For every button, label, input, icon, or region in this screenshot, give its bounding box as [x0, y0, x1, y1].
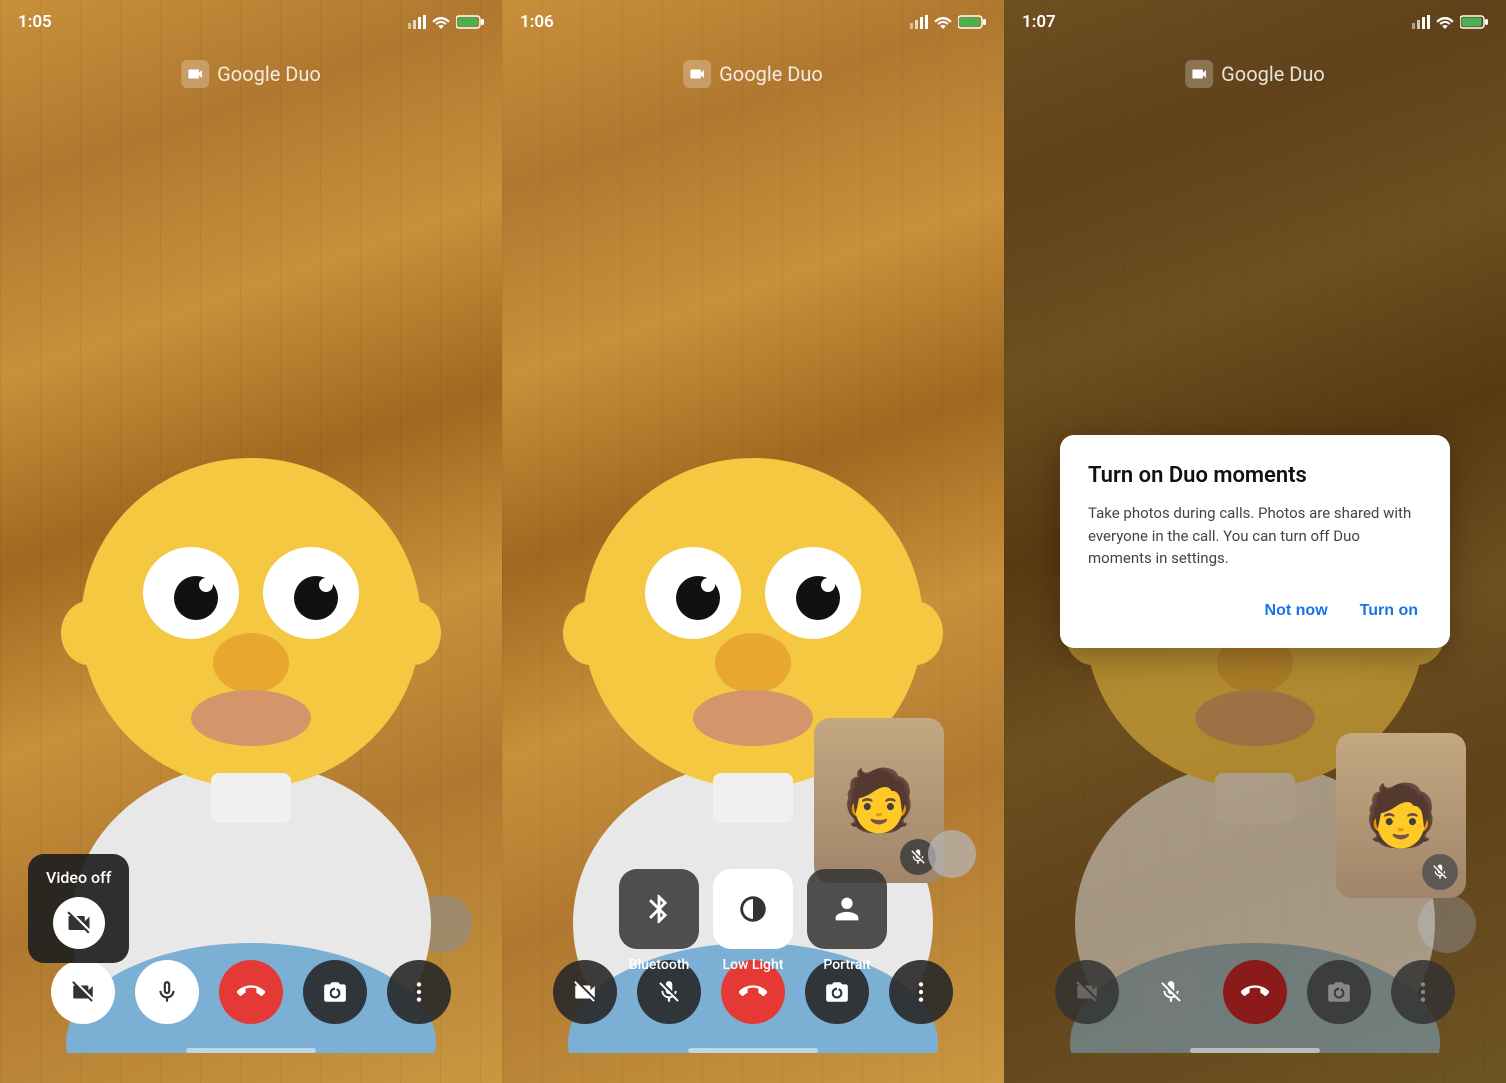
mute-btn-1[interactable] [135, 960, 199, 1024]
phone-panel-3: 1:07 Google Duo Turn on Duo moments Take… [1004, 0, 1506, 1083]
low-light-btn[interactable] [713, 869, 793, 949]
effects-menu: Bluetooth Low Light Portrait [619, 869, 887, 973]
turn-on-btn[interactable]: Turn on [1356, 594, 1422, 628]
video-off-label: Video off [46, 868, 111, 887]
phone-panel-2: 1:06 Google Duo 🧑 Bluetooth [502, 0, 1004, 1083]
bluetooth-btn[interactable] [619, 869, 699, 949]
duo-icon-1 [181, 60, 209, 88]
controls-area-1 [0, 944, 502, 1083]
bluetooth-label: Bluetooth [629, 957, 690, 973]
drag-handle-2[interactable] [928, 830, 976, 878]
status-icons-2 [910, 15, 986, 29]
video-toggle-btn-1[interactable] [51, 960, 115, 1024]
video-toggle-btn-2[interactable] [553, 960, 617, 1024]
duo-logo-1: Google Duo [181, 60, 321, 88]
duo-logo-2: Google Duo [683, 60, 823, 88]
not-now-btn[interactable]: Not now [1261, 594, 1332, 628]
home-indicator-1 [186, 1048, 316, 1053]
dialog-actions: Not now Turn on [1088, 594, 1422, 628]
low-light-label: Low Light [723, 957, 784, 973]
dialog-box: Turn on Duo moments Take photos during c… [1060, 435, 1450, 648]
more-btn-1[interactable] [387, 960, 451, 1024]
duo-icon-2 [683, 60, 711, 88]
duo-logo-text-2: Google Duo [719, 62, 823, 86]
flip-camera-btn-1[interactable] [303, 960, 367, 1024]
video-off-tooltip: Video off [28, 854, 129, 963]
time-1: 1:05 [18, 12, 52, 32]
duo-logo-text-1: Google Duo [217, 62, 321, 86]
home-indicator-2 [688, 1048, 818, 1053]
portrait-label: Portrait [823, 957, 870, 973]
status-bar-2: 1:06 [502, 0, 1004, 44]
phone-panel-1: 1:05 Google Duo Video off [0, 0, 502, 1083]
pip-view-2[interactable]: 🧑 [814, 718, 944, 883]
effect-bluetooth[interactable]: Bluetooth [619, 869, 699, 973]
dialog-title: Turn on Duo moments [1088, 463, 1422, 488]
dialog-body: Take photos during calls. Photos are sha… [1088, 502, 1422, 570]
more-btn-2[interactable] [889, 960, 953, 1024]
end-call-btn-1[interactable] [219, 960, 283, 1024]
time-2: 1:06 [520, 12, 554, 32]
video-off-icon [53, 897, 105, 949]
status-icons-1 [408, 15, 484, 29]
status-bar-1: 1:05 [0, 0, 502, 44]
dialog-overlay: Turn on Duo moments Take photos during c… [1004, 0, 1506, 1083]
portrait-btn[interactable] [807, 869, 887, 949]
effect-portrait[interactable]: Portrait [807, 869, 887, 973]
effect-low-light[interactable]: Low Light [713, 869, 793, 973]
